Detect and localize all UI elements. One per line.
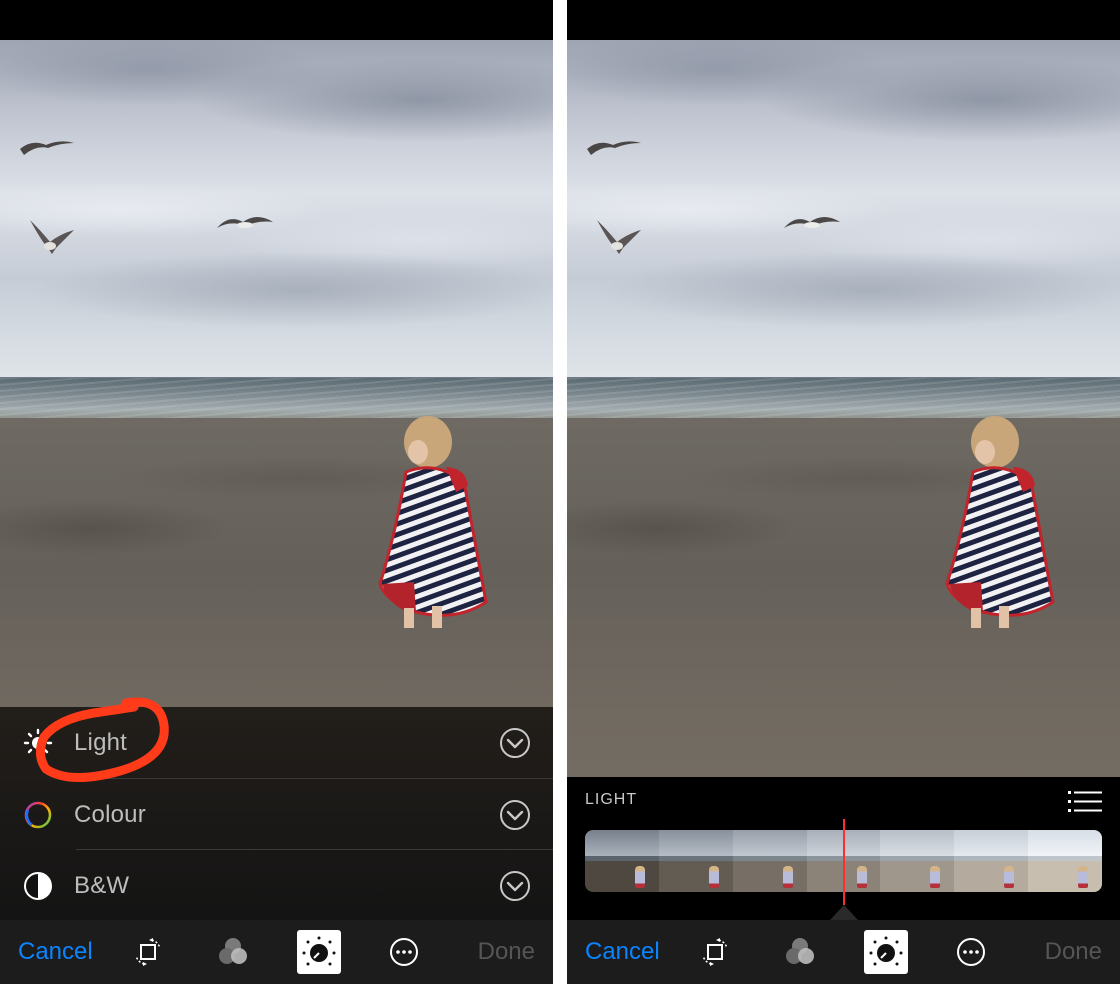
chevron-down-circle-icon[interactable] [499,799,531,831]
cancel-button[interactable]: Cancel [585,938,660,966]
filmstrip-frame [954,830,1029,892]
seagull [587,141,641,155]
screen-adjustments-list: Light Colour B&W Cancel Done [0,0,553,984]
crop-rotate-icon[interactable] [128,932,168,972]
crop-rotate-icon[interactable] [695,932,735,972]
child-in-striped-towel [945,416,1055,628]
cancel-button[interactable]: Cancel [18,938,93,966]
filmstrip-frame [732,830,807,892]
adjustment-label: Light [74,728,128,756]
sun-icon [22,727,54,759]
edit-toolbar: Cancel Done [567,920,1120,984]
seagull [20,141,74,155]
edit-toolbar: Cancel Done [0,920,553,984]
photo-sky [567,40,1120,380]
scrubber-pointer [829,905,858,920]
filters-icon[interactable] [213,932,253,972]
filters-icon[interactable] [780,932,820,972]
photo-sky [0,40,553,380]
list-icon[interactable] [1068,789,1102,815]
seagull [597,220,641,254]
filmstrip-frame [1028,830,1102,892]
half-circle-icon [22,870,54,902]
adjustment-label: Colour [74,800,146,828]
more-icon[interactable] [951,932,991,972]
adjustment-row-bw[interactable]: B&W [0,850,553,921]
light-adjustment-panel: LIGHT [567,777,1120,920]
done-button[interactable]: Done [478,938,535,966]
color-wheel-icon [22,799,54,831]
adjustments-panel: Light Colour B&W [0,707,553,920]
done-button[interactable]: Done [1045,938,1102,966]
adjustment-row-colour[interactable]: Colour [0,779,553,850]
filmstrip-frame [658,830,733,892]
adjust-dial-icon[interactable] [297,930,341,974]
seagull [784,217,840,228]
adjustment-label: B&W [74,871,130,899]
child-in-striped-towel [378,416,488,628]
screen-light-adjustment: LIGHT Cancel Done [567,0,1120,984]
status-bar [0,0,553,40]
panel-title: LIGHT [585,791,638,808]
adjustment-row-light[interactable]: Light [0,707,553,778]
scrubber-indicator[interactable] [842,819,845,905]
more-icon[interactable] [384,932,424,972]
seagull [217,217,273,228]
filmstrip-frame [880,830,955,892]
seagull [30,220,74,254]
chevron-down-circle-icon[interactable] [499,870,531,902]
adjust-dial-icon[interactable] [864,930,908,974]
chevron-down-circle-icon[interactable] [499,727,531,759]
status-bar [567,0,1120,40]
filmstrip-frame [585,830,659,892]
